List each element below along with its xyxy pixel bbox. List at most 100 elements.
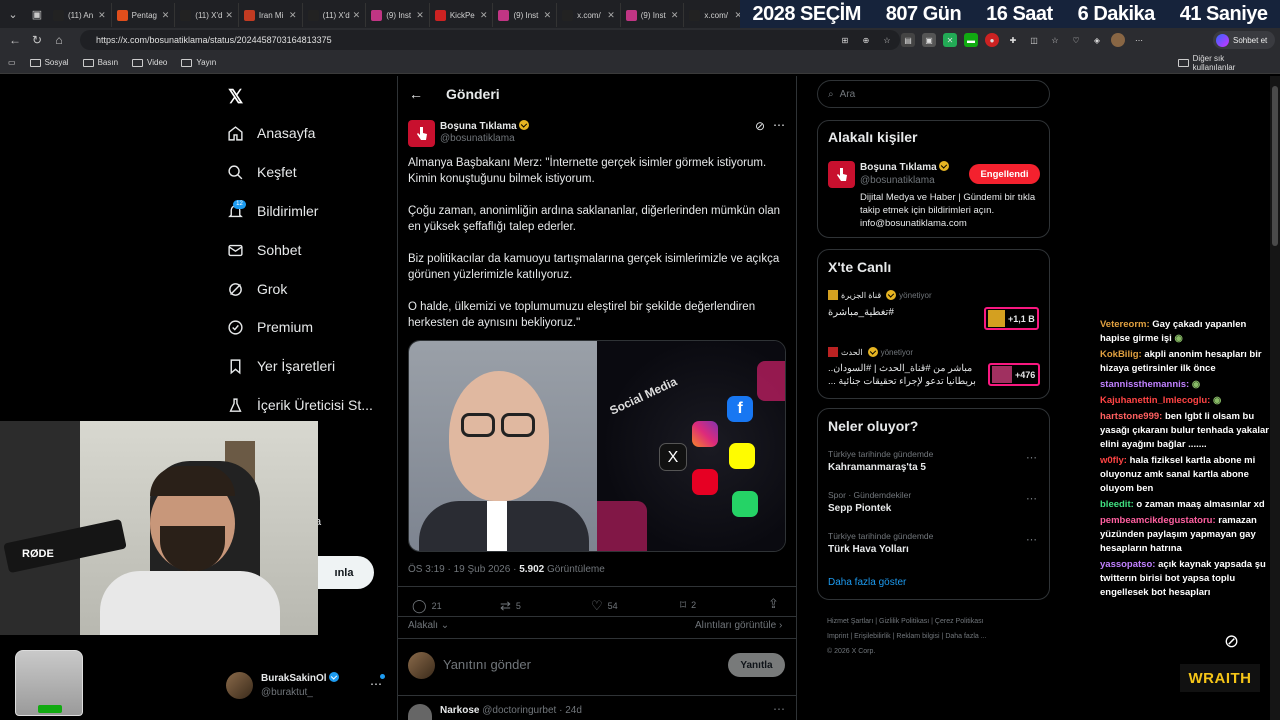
show-more-link[interactable]: Daha fazla göster xyxy=(828,577,906,588)
nav-chat[interactable]: Sohbet xyxy=(226,241,301,259)
nav-grok[interactable]: Grok xyxy=(226,280,287,298)
author-name-row[interactable]: Boşuna Tıklama xyxy=(440,120,529,132)
back-icon[interactable]: ← xyxy=(4,33,26,47)
tab-close-icon[interactable]: ✕ xyxy=(607,10,615,21)
live-text[interactable]: تغطية_مباشرة# xyxy=(828,307,894,318)
trend-more-icon[interactable]: ⋯ xyxy=(1026,451,1037,464)
refresh-icon[interactable]: ↻ xyxy=(26,33,48,47)
url-field[interactable]: https://x.com/bosunatiklama/status/20244… xyxy=(80,30,900,50)
extension-icon-2[interactable]: ▣ xyxy=(922,33,936,47)
footer-link[interactable]: Hizmet Şartları xyxy=(827,618,873,625)
nav-home[interactable]: Anasayfa xyxy=(226,124,315,142)
profile-more-icon[interactable]: ⋯ xyxy=(370,677,382,691)
tab-close-icon[interactable]: ✕ xyxy=(544,10,552,21)
browser-tab[interactable]: (9) Inst ✕ xyxy=(366,3,430,27)
favorite-star-icon[interactable]: ☆ xyxy=(880,33,894,47)
bookmark-menu-icon[interactable]: ▭ xyxy=(8,58,16,67)
tab-groups-icon[interactable]: ▣ xyxy=(26,3,48,25)
bookmark-folder-video[interactable]: Video xyxy=(132,58,167,67)
browser-tab[interactable]: Iran Mi ✕ xyxy=(239,3,303,27)
browser-tab[interactable]: KickPe ✕ xyxy=(430,3,494,27)
view-quotes-link[interactable]: Alıntıları görüntüle › xyxy=(695,620,782,631)
tab-close-icon[interactable]: ✕ xyxy=(416,10,424,21)
next-reply-more-icon[interactable]: ⋯ xyxy=(773,702,785,716)
translate-icon[interactable]: ⊞ xyxy=(838,33,852,47)
bookmark-folder-yayin[interactable]: Yayın xyxy=(181,58,216,67)
favorites-icon[interactable]: ☆ xyxy=(1048,33,1062,47)
browser-tab[interactable]: x.com/✕ xyxy=(557,3,621,27)
nav-premium[interactable]: Premium xyxy=(226,318,313,336)
search-box[interactable]: ⌕ Ara xyxy=(817,80,1050,108)
sort-relevant-dropdown[interactable]: Alakalı ⌄ xyxy=(408,620,449,631)
profile-avatar-icon[interactable] xyxy=(1111,33,1125,47)
split-screen-icon[interactable]: ◫ xyxy=(1027,33,1041,47)
browser-tab[interactable]: (11) X'd ✕ xyxy=(303,3,367,27)
footer-link[interactable]: Gizlilik Politikası xyxy=(879,618,929,625)
related-avatar[interactable] xyxy=(828,161,855,188)
footer-link[interactable]: Erişilebilirlik xyxy=(854,633,891,640)
copilot-icon[interactable]: ◈ xyxy=(1090,33,1104,47)
scrollbar-thumb[interactable] xyxy=(1272,86,1278,246)
browser-tab[interactable]: (11) An ✕ xyxy=(48,3,112,27)
footer-link[interactable]: Daha fazla ... xyxy=(945,633,986,640)
back-arrow-icon[interactable]: ← xyxy=(409,86,423,102)
nav-bookmarks[interactable]: Yer İşaretleri xyxy=(226,357,335,375)
footer-link[interactable]: Çerez Politikası xyxy=(935,618,984,625)
zoom-icon[interactable]: ⊕ xyxy=(859,33,873,47)
repost-action[interactable]: ⇄ 5 xyxy=(500,598,521,614)
reply-button[interactable]: Yanıtla xyxy=(728,653,785,677)
extension-icon-3[interactable]: ✕ xyxy=(943,33,957,47)
other-bookmarks[interactable]: Diğer sık kullanılanlar xyxy=(1178,54,1266,72)
tab-close-icon[interactable]: ✕ xyxy=(480,10,488,21)
nav-explore[interactable]: Keşfet xyxy=(226,163,297,181)
puzzle-icon[interactable]: ✚ xyxy=(1006,33,1020,47)
more-icon[interactable]: ⋯ xyxy=(1132,33,1146,47)
profile-avatar[interactable] xyxy=(226,672,253,699)
tab-close-icon[interactable]: ✕ xyxy=(671,10,679,21)
nav-creator-studio[interactable]: İçerik Üreticisi St... xyxy=(226,396,373,414)
post-more-icon[interactable]: ⋯ xyxy=(773,118,785,132)
browser-tab[interactable]: (9) Inst ✕ xyxy=(621,3,685,27)
related-name-row[interactable]: Boşuna Tıklama xyxy=(860,161,949,173)
next-reply-avatar[interactable] xyxy=(408,704,432,720)
reply-input[interactable]: Yanıtını gönder xyxy=(443,657,531,672)
grok-analyze-icon[interactable]: ⊘ xyxy=(755,119,765,133)
profile-name-row[interactable]: BurakSakinOl xyxy=(261,672,339,684)
tab-actions-chevron-icon[interactable]: ⌄ xyxy=(2,3,24,25)
bookmark-folder-sosyal[interactable]: Sosyal xyxy=(29,58,69,67)
bookmark-action[interactable]: ⌑ 2 xyxy=(680,598,696,612)
post-image[interactable]: Social Media f X xyxy=(408,340,786,552)
browser-tab[interactable]: (9) Inst ✕ xyxy=(493,3,558,27)
live-listener-count[interactable]: +476 xyxy=(988,363,1040,386)
trend-item[interactable]: Türkiye tarihinde gündemde Türk Hava Yoll… xyxy=(828,531,1043,555)
like-action[interactable]: ♡ 54 xyxy=(591,598,618,614)
browser-tab[interactable]: x.com/✕ xyxy=(684,3,748,27)
copilot-chat-button[interactable]: Sohbet et xyxy=(1213,31,1275,49)
browser-tab[interactable]: Pentag ✕ xyxy=(112,3,176,27)
footer-link[interactable]: Imprint xyxy=(827,633,848,640)
collections-icon[interactable]: ♡ xyxy=(1069,33,1083,47)
tab-close-icon[interactable]: ✕ xyxy=(353,10,361,21)
x-logo-icon[interactable]: 𝕏 xyxy=(228,86,243,109)
tab-close-icon[interactable]: ✕ xyxy=(98,10,106,21)
share-icon[interactable]: ⇪ xyxy=(768,596,779,612)
trend-item[interactable]: Spor · Gündemdekiler Sepp Piontek xyxy=(828,490,1043,514)
trend-more-icon[interactable]: ⋯ xyxy=(1026,533,1037,546)
extension-icon-1[interactable]: ▤ xyxy=(901,33,915,47)
browser-tab[interactable]: (11) X'd ✕ xyxy=(175,3,239,27)
tab-close-icon[interactable]: ✕ xyxy=(289,10,297,21)
live-text[interactable]: مباشر من #قناة_الحدث | #السودان.. بريطان… xyxy=(828,362,978,388)
extension-icon-4[interactable]: ▬ xyxy=(964,33,978,47)
home-icon[interactable]: ⌂ xyxy=(48,33,70,47)
reply-action[interactable]: ◯ 21 xyxy=(412,598,442,614)
extension-icon-5[interactable]: ● xyxy=(985,33,999,47)
bookmark-folder-basin[interactable]: Basın xyxy=(82,58,118,67)
tab-close-icon[interactable]: ✕ xyxy=(162,10,170,21)
trend-item[interactable]: Türkiye tarihinde gündemde Kahramanmaraş'… xyxy=(828,449,1043,473)
trend-more-icon[interactable]: ⋯ xyxy=(1026,492,1037,505)
blocked-button[interactable]: Engellendi xyxy=(969,164,1040,184)
author-avatar[interactable] xyxy=(408,120,435,147)
live-listener-count[interactable]: +1,1 B xyxy=(984,307,1039,330)
footer-link[interactable]: Reklam bilgisi xyxy=(896,633,939,640)
tab-close-icon[interactable]: ✕ xyxy=(225,10,233,21)
